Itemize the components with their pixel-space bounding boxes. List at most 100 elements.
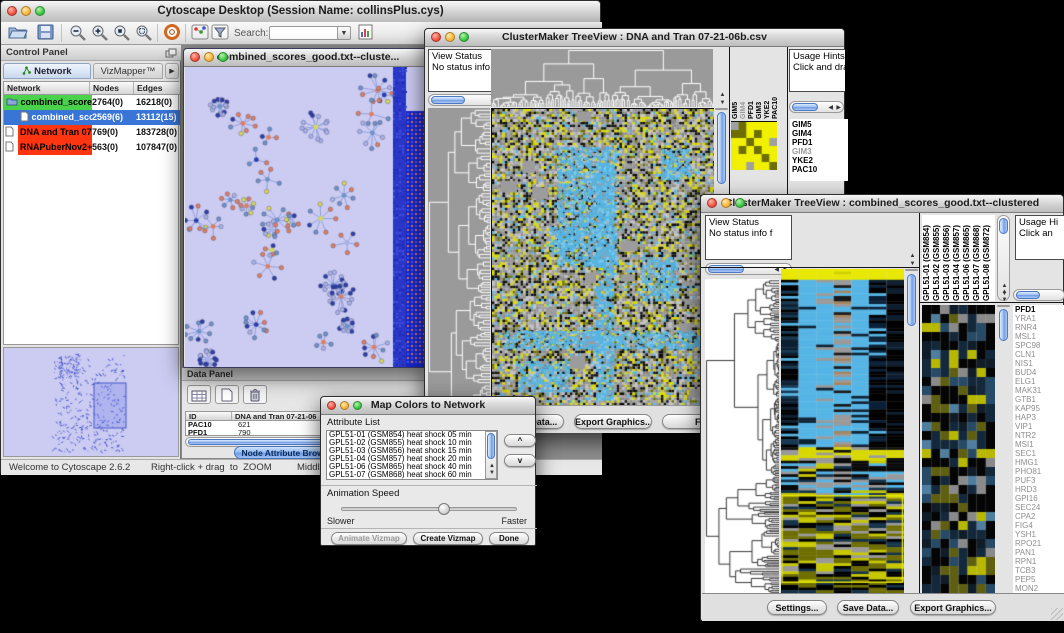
save-data-button[interactable]: Save Data... bbox=[837, 600, 899, 615]
gene-label[interactable]: HAP3 bbox=[1015, 413, 1064, 422]
attribute-table-button[interactable] bbox=[187, 385, 211, 404]
dialog-titlebar[interactable]: Map Colors to Network bbox=[321, 397, 535, 415]
gene-label[interactable]: PUF3 bbox=[1015, 476, 1064, 485]
gene-list[interactable]: PFD1YRA1RNR4MSL1SPC98CLN1NIS1BUD4ELG1MAK… bbox=[1013, 305, 1064, 593]
minimize-button[interactable] bbox=[204, 52, 214, 62]
column-dendrogram[interactable] bbox=[491, 49, 713, 107]
scroll-down-icon[interactable]: ▼ bbox=[720, 100, 726, 106]
row-dendrogram[interactable] bbox=[705, 279, 779, 593]
zoom-button[interactable] bbox=[735, 198, 745, 208]
gene-label[interactable]: PHO81 bbox=[1015, 467, 1064, 476]
gene-label[interactable]: ELG1 bbox=[1015, 377, 1064, 386]
treeview2-hscrollbar[interactable]: ◀ ▶ bbox=[705, 263, 792, 275]
gene-label[interactable]: PEP5 bbox=[1015, 575, 1064, 584]
save-session-button[interactable] bbox=[35, 22, 57, 42]
gene-label[interactable]: MON2 bbox=[1015, 584, 1064, 593]
scroll-right-icon[interactable]: ▶ bbox=[836, 105, 841, 111]
row-label[interactable]: GIM3 bbox=[792, 147, 846, 156]
gene-label[interactable]: YRA1 bbox=[1015, 314, 1064, 323]
treeview2-titlebar[interactable]: ClusterMaker TreeView : combined_scores_… bbox=[701, 195, 1063, 213]
minimize-button[interactable] bbox=[21, 6, 31, 16]
tab-overflow-button[interactable]: ▶ bbox=[165, 63, 179, 79]
gene-label[interactable]: MAK31 bbox=[1015, 386, 1064, 395]
scrollbar-thumb[interactable] bbox=[999, 218, 1008, 234]
table-row[interactable]: DNA and Tran 07 769(0) 183728(0) bbox=[4, 125, 180, 140]
export-graphics-button[interactable]: Export Graphics... bbox=[910, 600, 996, 615]
scrollbar-thumb[interactable] bbox=[431, 96, 465, 104]
new-attribute-button[interactable] bbox=[215, 385, 239, 404]
gene-label[interactable]: RPO21 bbox=[1015, 539, 1064, 548]
attribute-list-vscrollbar[interactable]: ▲ ▼ bbox=[485, 431, 497, 479]
zoom-button[interactable] bbox=[353, 401, 362, 410]
gene-label[interactable]: YSH1 bbox=[1015, 530, 1064, 539]
treeview1-titlebar[interactable]: ClusterMaker TreeView : DNA and Tran 07-… bbox=[425, 29, 844, 47]
network-view-titlebar[interactable]: combined_scores_good.txt--cluste... bbox=[184, 49, 432, 67]
treeview2-vscrollbar[interactable]: ▲ ▼ bbox=[905, 269, 918, 271]
scroll-up-icon[interactable]: ▲ bbox=[1002, 289, 1008, 295]
resize-grip[interactable] bbox=[1051, 608, 1063, 620]
gene-label[interactable]: GTB1 bbox=[1015, 395, 1064, 404]
gene-label[interactable]: MSI1 bbox=[1015, 440, 1064, 449]
scroll-up-icon[interactable]: ▲ bbox=[489, 463, 495, 469]
scroll-up-icon[interactable]: ▲ bbox=[720, 92, 726, 98]
minimize-button[interactable] bbox=[721, 198, 731, 208]
zoom-button[interactable] bbox=[35, 6, 45, 16]
gene-label[interactable]: GPI16 bbox=[1015, 494, 1064, 503]
settings-button[interactable]: Settings... bbox=[767, 600, 827, 615]
animation-speed-slider[interactable] bbox=[341, 507, 517, 511]
export-graphics-button[interactable]: Export Graphics... bbox=[574, 414, 652, 429]
close-button[interactable] bbox=[707, 198, 717, 208]
scroll-up-icon[interactable]: ▲ bbox=[910, 253, 916, 259]
column-header-network[interactable]: Network bbox=[4, 82, 90, 95]
help-button[interactable] bbox=[161, 22, 183, 42]
close-button[interactable] bbox=[431, 32, 441, 42]
heatmap-canvas[interactable] bbox=[491, 108, 714, 427]
row-dendrogram[interactable] bbox=[428, 108, 490, 426]
minimize-button[interactable] bbox=[445, 32, 455, 42]
gene-label[interactable]: PAN1 bbox=[1015, 548, 1064, 557]
birdseye-view[interactable] bbox=[3, 347, 179, 457]
scroll-down-icon[interactable]: ▼ bbox=[1002, 297, 1008, 303]
birdseye-canvas[interactable] bbox=[4, 348, 178, 456]
heatmap-canvas[interactable] bbox=[781, 269, 904, 593]
scrollbar-thumb[interactable] bbox=[487, 433, 495, 459]
create-vizmap-button[interactable]: Create Vizmap bbox=[413, 532, 483, 545]
gene-label[interactable]: NIS1 bbox=[1015, 359, 1064, 368]
gene-label[interactable]: HRD3 bbox=[1015, 485, 1064, 494]
table-row[interactable]: combined_scores 2764(0) 16218(0) bbox=[4, 95, 180, 110]
gene-label[interactable]: VIP1 bbox=[1015, 422, 1064, 431]
gene-label[interactable]: HMG1 bbox=[1015, 458, 1064, 467]
gene-label[interactable]: SPC98 bbox=[1015, 341, 1064, 350]
close-button[interactable] bbox=[7, 6, 17, 16]
move-up-button[interactable]: ^ bbox=[504, 434, 536, 447]
gene-label[interactable]: RPN1 bbox=[1015, 557, 1064, 566]
slider-thumb[interactable] bbox=[438, 503, 450, 515]
search-dropdown-button[interactable]: ▼ bbox=[337, 26, 351, 40]
attribute-list-item[interactable]: GPL51-07 (GSM868) heat shock 60 min bbox=[327, 479, 497, 480]
gene-label[interactable]: CLN1 bbox=[1015, 350, 1064, 359]
done-button[interactable]: Done bbox=[489, 532, 529, 545]
gene-label[interactable]: PFD1 bbox=[1015, 305, 1064, 314]
attribute-list[interactable]: GPL51-01 (GSM854) heat shock 05 minGPL51… bbox=[326, 430, 498, 480]
row-label[interactable]: GIM4 bbox=[792, 129, 846, 138]
mini-heatmap-canvas[interactable] bbox=[731, 121, 777, 170]
genelist-hscrollbar[interactable] bbox=[1013, 289, 1064, 301]
zoom-button[interactable] bbox=[218, 52, 228, 62]
zoom-fit-button[interactable] bbox=[133, 22, 155, 42]
float-panel-icon[interactable] bbox=[165, 48, 177, 63]
delete-attribute-button[interactable] bbox=[243, 385, 267, 404]
scroll-down-icon[interactable]: ▼ bbox=[910, 261, 916, 267]
tab-vizmapper[interactable]: VizMapper™ bbox=[93, 63, 163, 79]
zoom-out-button[interactable] bbox=[67, 22, 89, 42]
table-row-selected[interactable]: combined_sco 2569(6) 13112(15) bbox=[4, 110, 180, 125]
network-canvas[interactable] bbox=[185, 67, 431, 367]
row-label[interactable]: PAC10 bbox=[792, 165, 846, 174]
scrollbar-thumb[interactable] bbox=[717, 112, 726, 184]
scrollbar-thumb[interactable] bbox=[999, 309, 1008, 341]
gene-label[interactable]: MSL1 bbox=[1015, 332, 1064, 341]
zoom-selected-button[interactable] bbox=[111, 22, 133, 42]
treeview1-vscrollbar[interactable]: ▲ ▼ bbox=[715, 108, 728, 110]
row-label[interactable]: YKE2 bbox=[792, 156, 846, 165]
zoom-vscrollbar[interactable]: ▲ ▼ bbox=[997, 305, 1010, 307]
close-button[interactable] bbox=[190, 52, 200, 62]
